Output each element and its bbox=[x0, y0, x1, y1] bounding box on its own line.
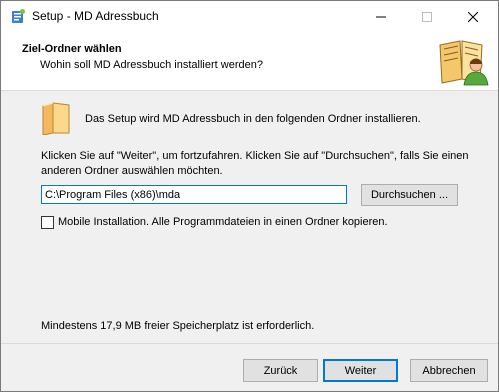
mobile-install-label[interactable]: Mobile Installation. Alle Programmdateie… bbox=[58, 216, 388, 228]
cancel-button[interactable]: Abbrechen bbox=[410, 359, 488, 382]
window-title: Setup - MD Adressbuch bbox=[32, 9, 159, 23]
close-icon bbox=[468, 11, 478, 22]
close-button[interactable] bbox=[450, 1, 496, 32]
maximize-icon bbox=[422, 11, 432, 22]
instruction-text: Klicken Sie auf "Weiter", um fortzufahre… bbox=[41, 150, 469, 177]
browse-button[interactable]: Durchsuchen ... bbox=[361, 184, 458, 206]
next-button[interactable]: Weiter bbox=[323, 359, 398, 382]
setup-window: Setup - MD Adressbuch Ziel-Ordner wählen… bbox=[0, 0, 499, 392]
page-subtitle: Wohin soll MD Adressbuch installiert wer… bbox=[40, 59, 263, 71]
folder-icon bbox=[42, 102, 70, 135]
maximize-button[interactable] bbox=[404, 1, 450, 32]
title-bar[interactable]: Setup - MD Adressbuch bbox=[1, 1, 498, 32]
disk-space-text: Mindestens 17,9 MB freier Speicherplatz … bbox=[41, 320, 315, 332]
mobile-install-checkbox[interactable] bbox=[41, 216, 54, 229]
back-button[interactable]: Zurück bbox=[243, 359, 318, 382]
minimize-button[interactable] bbox=[358, 1, 404, 32]
intro-text: Das Setup wird MD Adressbuch in den folg… bbox=[85, 113, 421, 125]
minimize-icon bbox=[376, 16, 386, 17]
page-title: Ziel-Ordner wählen bbox=[22, 43, 122, 55]
install-path-input[interactable] bbox=[41, 185, 347, 204]
setup-app-icon bbox=[12, 9, 25, 23]
wizard-header: Ziel-Ordner wählen Wohin soll MD Adressb… bbox=[1, 32, 498, 91]
footer-divider bbox=[1, 343, 498, 344]
addressbook-wizard-icon bbox=[439, 40, 489, 86]
